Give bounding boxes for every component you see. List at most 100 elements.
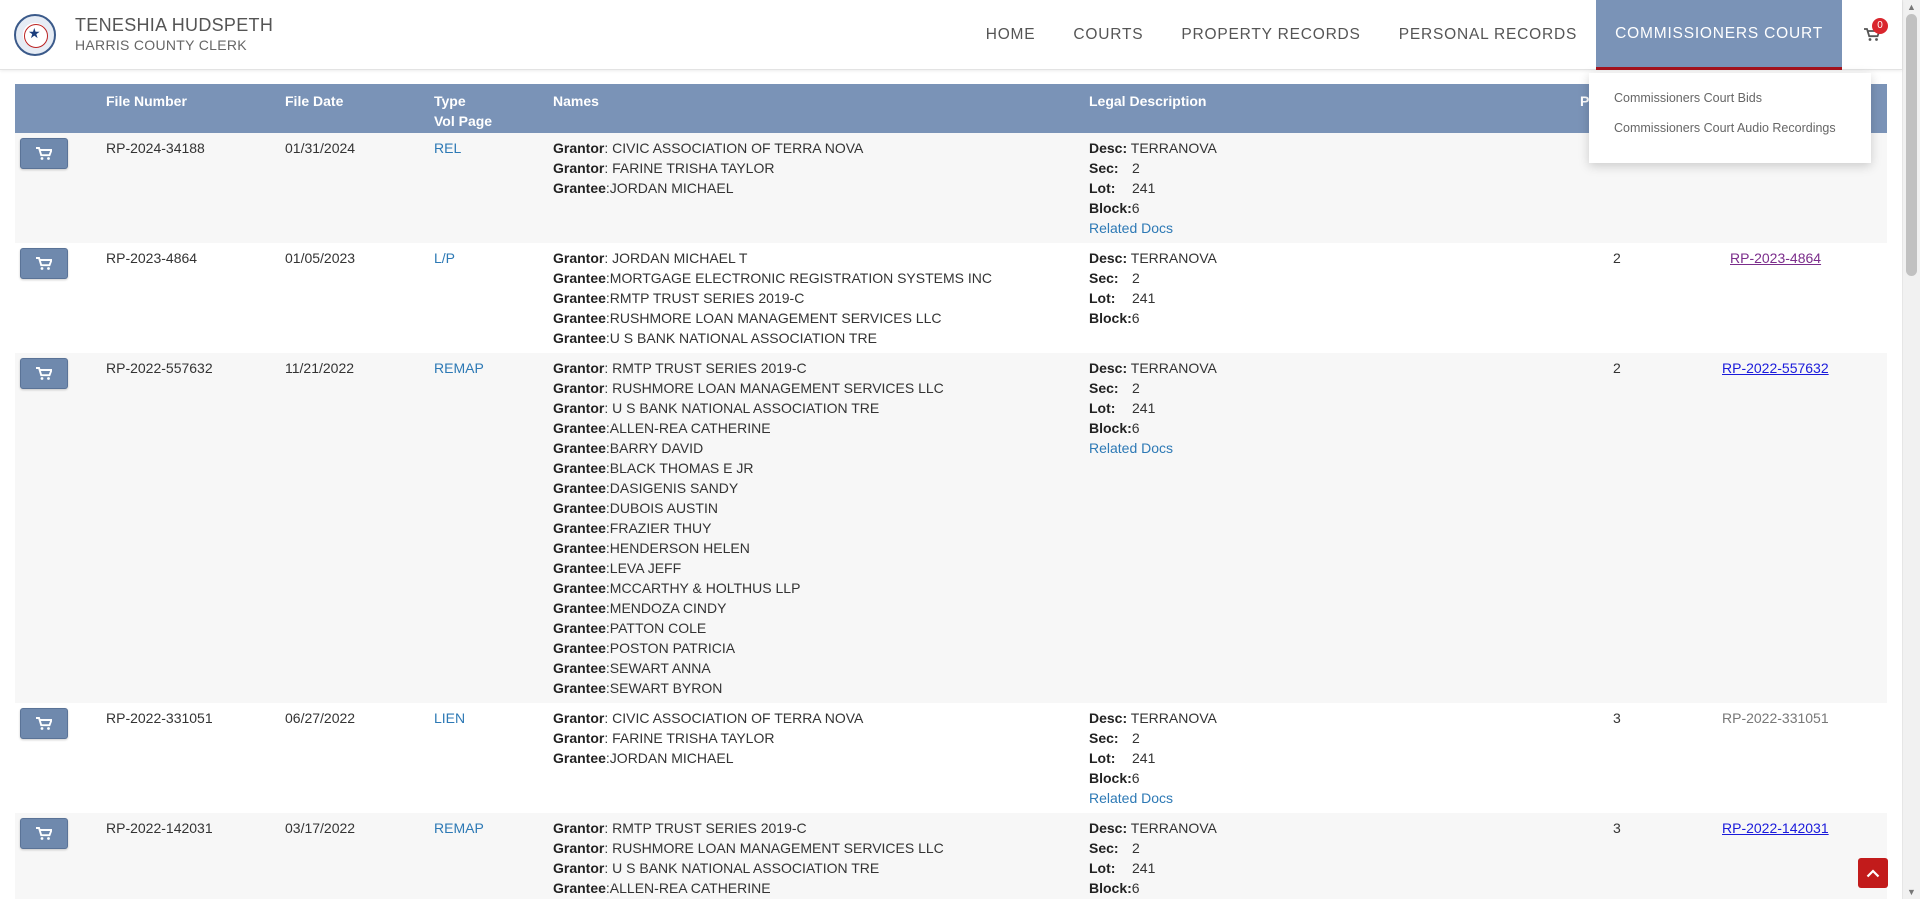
legal-lot: Lot: 241 [1089,860,1156,876]
legal-description-cell: Desc: TERRANOVA Sec: 2 Lot: 241 Block:6 [1089,248,1217,328]
add-to-cart-button[interactable] [20,358,68,389]
party-name: Grantee:U S BANK NATIONAL ASSOCIATION TR… [553,328,992,348]
party-name: Grantee:RUSHMORE LOAN MANAGEMENT SERVICE… [553,308,992,328]
cart-nav-button[interactable]: 0 [1842,0,1902,70]
party-name: Grantee:DUBOIS AUSTIN [553,498,944,518]
party-role: Grantee [553,330,606,346]
party-value: :U S BANK NATIONAL ASSOCIATION TRE [605,330,877,346]
header-vol-page-label: Vol Page [434,113,493,129]
party-role: Grantee [553,600,606,616]
related-docs-link[interactable]: Related Docs [1089,438,1217,458]
add-to-cart-button[interactable] [20,248,68,279]
party-name: Grantee:RMTP TRUST SERIES 2019-C [553,288,992,308]
legal-desc-value: TERRANOVA [1130,360,1217,376]
page-count: 3 [1613,710,1621,726]
related-docs-link[interactable]: Related Docs [1089,218,1217,238]
instrument-type-link[interactable]: LIEN [434,708,465,728]
party-value: :ALLEN-REA CATHERINE [605,880,771,896]
party-role: Grantee [553,440,606,456]
instrument-type-link[interactable]: REMAP [434,818,484,838]
back-to-top-button[interactable] [1858,858,1888,888]
party-value: :DUBOIS AUSTIN [605,500,718,516]
party-role: Grantee [553,880,606,896]
party-name: Grantee:SEWART BYRON [553,678,944,698]
party-value: :SEWART ANNA [605,660,711,676]
top-navbar: ★ TENESHIA HUDSPETH HARRIS COUNTY CLERK … [0,0,1902,70]
legal-sec-value: 2 [1132,380,1140,396]
party-name: Grantee:MCCARTHY & HOLTHUS LLP [553,578,944,598]
legal-lot: Lot: 241 [1089,400,1156,416]
scroll-up-arrow-icon[interactable]: ▲ [1907,2,1916,12]
file-number: RP-2022-142031 [106,820,213,836]
party-value: :ALLEN-REA CATHERINE [605,420,771,436]
add-to-cart-button[interactable] [20,818,68,849]
file-date: 01/05/2023 [285,250,356,266]
legal-lot-value: 241 [1132,180,1156,196]
legal-lot: Lot: 241 [1089,750,1156,766]
party-role: Grantee [553,580,606,596]
add-to-cart-button[interactable] [20,708,68,739]
nav-property-records[interactable]: PROPERTY RECORDS [1162,0,1379,70]
party-name: Grantor: JORDAN MICHAEL T [553,248,992,268]
page-scrollbar[interactable]: ▲ ▼ [1902,0,1920,899]
party-value: :RUSHMORE LOAN MANAGEMENT SERVICES LLC [605,310,942,326]
document-link: RP-2022-331051 [1722,710,1829,726]
instrument-type-link[interactable]: REMAP [434,358,484,378]
party-role: Grantee [553,520,606,536]
legal-lot-value: 241 [1132,400,1156,416]
cart-count-badge: 0 [1872,18,1888,34]
add-to-cart-button[interactable] [20,138,68,169]
nav-courts[interactable]: COURTS [1054,0,1162,70]
legal-lot-value: 241 [1132,860,1156,876]
legal-desc-value: TERRANOVA [1130,710,1217,726]
nav-commissioners-court[interactable]: COMMISSIONERS COURT [1596,0,1842,70]
party-name: Grantee:BLACK THOMAS E JR [553,458,944,478]
legal-block-value: 6 [1131,770,1140,786]
party-value: : JORDAN MICHAEL T [604,250,748,266]
party-role: Grantee [553,640,606,656]
file-number: RP-2022-557632 [106,360,213,376]
scrollbar-thumb[interactable] [1906,14,1917,276]
instrument-type-link[interactable]: REL [434,138,461,158]
party-role: Grantee [553,560,606,576]
legal-desc-value: TERRANOVA [1130,820,1217,836]
party-value: :FRAZIER THUY [605,520,712,536]
clerk-subtitle: HARRIS COUNTY CLERK [75,37,247,53]
instrument-type-link[interactable]: L/P [434,248,455,268]
document-link[interactable]: RP-2022-142031 [1722,818,1829,838]
party-name: Grantee:DASIGENIS SANDY [553,478,944,498]
party-role: Grantee [553,750,606,766]
header-names: Names [553,93,599,109]
names-cell: Grantor: CIVIC ASSOCIATION OF TERRA NOVA… [553,708,863,768]
party-name: Grantee:MENDOZA CINDY [553,598,944,618]
party-role: Grantor [553,710,605,726]
commissioners-court-dropdown: Commissioners Court Bids Commissioners C… [1589,73,1871,163]
nav-home[interactable]: HOME [967,0,1055,70]
legal-lot: Lot: 241 [1089,290,1156,306]
party-value: :LEVA JEFF [605,560,682,576]
header-type: Type Vol Page [434,91,492,131]
file-date: 06/27/2022 [285,710,356,726]
party-name: Grantee:POSTON PATRICIA [553,638,944,658]
document-link[interactable]: RP-2023-4864 [1730,248,1821,268]
nav-personal-records[interactable]: PERSONAL RECORDS [1380,0,1596,70]
dropdown-item-bids[interactable]: Commissioners Court Bids [1589,83,1871,113]
legal-block-value: 6 [1131,420,1140,436]
party-value: :BLACK THOMAS E JR [605,460,754,476]
file-number: RP-2024-34188 [106,140,205,156]
party-role: Grantor [553,860,605,876]
table-row: RP-2022-331051 06/27/2022 LIEN Grantor: CIV… [15,703,1887,813]
file-number: RP-2023-4864 [106,250,198,266]
document-link[interactable]: RP-2022-557632 [1722,358,1829,378]
party-name: Grantee:PATTON COLE [553,618,944,638]
dropdown-item-audio-recordings[interactable]: Commissioners Court Audio Recordings [1589,113,1871,143]
related-docs-link[interactable]: Related Docs [1089,788,1217,808]
party-value: :JORDAN MICHAEL [605,180,734,196]
scroll-down-arrow-icon[interactable]: ▼ [1907,887,1916,897]
names-cell: Grantor: JORDAN MICHAEL T Grantee:MORTGAG… [553,248,992,348]
party-role: Grantee [553,500,606,516]
page-count: 2 [1613,250,1621,266]
party-name: Grantee:ALLEN-REA CATHERINE [553,418,944,438]
party-role: Grantor [553,380,605,396]
brand[interactable]: ★ TENESHIA HUDSPETH HARRIS COUNTY CLERK [14,14,273,56]
